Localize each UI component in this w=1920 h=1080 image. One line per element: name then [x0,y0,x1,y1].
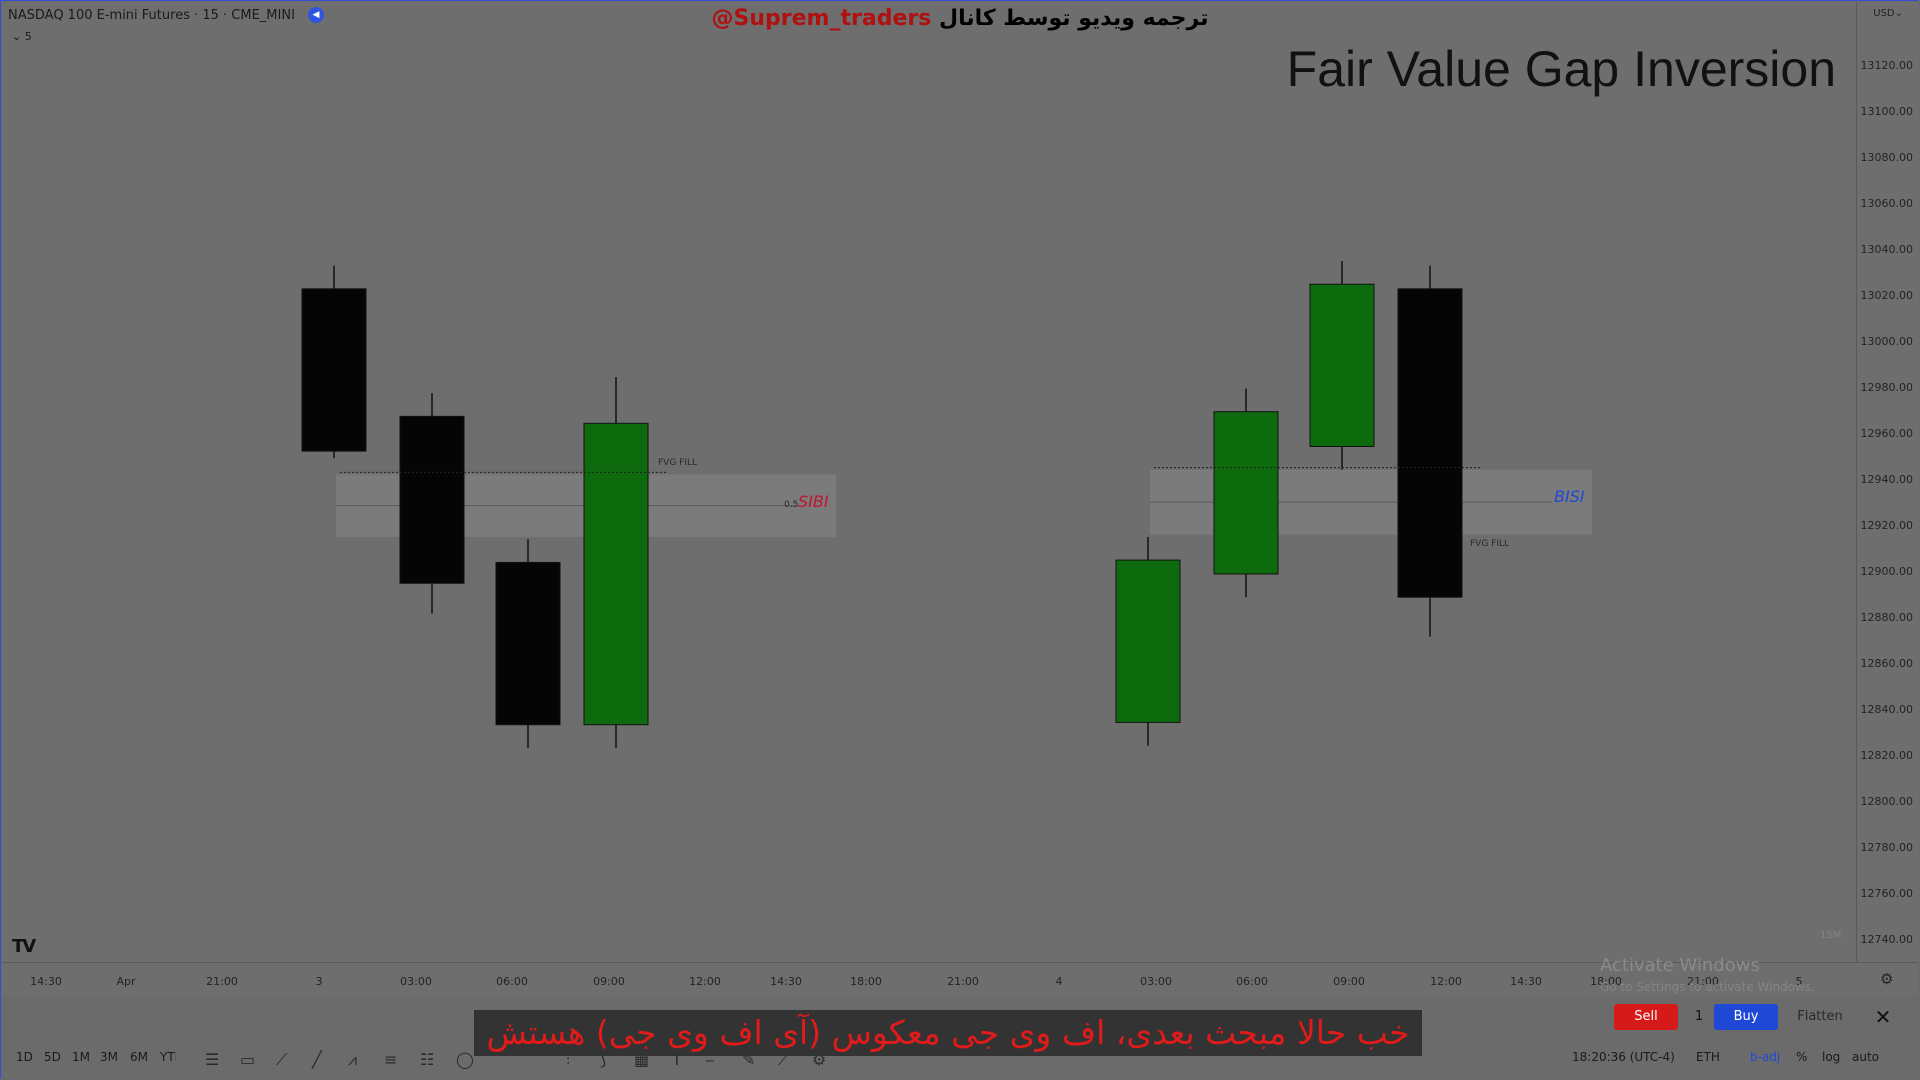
price-tick: 13020.00 [1860,289,1914,302]
price-tick: 12780.00 [1860,841,1914,854]
order-quantity[interactable]: 1 [1686,1004,1712,1030]
sell-button[interactable]: Sell [1614,1004,1678,1030]
timeframe-1d[interactable]: 1D [16,1050,33,1064]
time-tick: 14:30 [770,975,802,988]
symbol-title[interactable]: NASDAQ 100 E-mini Futures · 15 · CME_MIN… [8,8,295,23]
time-tick: 03:00 [1140,975,1172,988]
session-toggle[interactable]: ETH [1696,1050,1720,1064]
video-subtitle: خب حالا مبحث بعدی، اف وی جی معکوس (آی اف… [474,1010,1422,1056]
time-tick: 18:00 [850,975,882,988]
time-tick: 12:00 [1430,975,1462,988]
adjust-toggle[interactable]: b-adj [1750,1050,1780,1064]
price-tick: 12940.00 [1860,473,1914,486]
candle-body [495,561,561,726]
price-tick: 12880.00 [1860,611,1914,624]
price-tick: 12920.00 [1860,519,1914,532]
time-tick: 21:00 [947,975,979,988]
credit-text: ترجمه ویدیو توسط کانال [938,6,1209,31]
fvg-fill-label: FVG FILL [1470,539,1509,549]
timeframe-5d[interactable]: 5D [44,1050,61,1064]
percent-toggle[interactable]: % [1796,1050,1807,1064]
time-tick: 03:00 [400,975,432,988]
chart-pane[interactable]: SIBI BISI FVG FILL FVG FILL 0.5 [2,2,1856,962]
currency-selector[interactable]: USD⌄ [1873,8,1903,19]
trend-line-icon[interactable]: ╱ [312,1050,322,1069]
collapse-indicators-button[interactable]: ⌄ 5 [12,30,32,43]
bisi-label: BISI [1554,487,1585,506]
price-tick: 13100.00 [1860,105,1914,118]
auto-toggle[interactable]: auto [1852,1050,1879,1064]
price-tick: 13080.00 [1860,151,1914,164]
activate-windows-hint: Go to Settings to activate Windows. [1600,980,1815,994]
activate-windows-watermark: Activate Windows [1600,955,1760,976]
tradingview-logo-icon[interactable]: TV [12,936,36,957]
price-tick: 13000.00 [1860,335,1914,348]
price-tick: 12900.00 [1860,565,1914,578]
time-tick: 06:00 [1236,975,1268,988]
flatten-button[interactable]: Flatten [1790,1004,1850,1030]
live-indicator-icon[interactable]: ◀ [308,7,324,23]
candle-body [301,288,367,452]
polyline-icon[interactable]: ⩘ [348,1050,357,1070]
time-tick: 12:00 [689,975,721,988]
price-tick: 12820.00 [1860,749,1914,762]
price-tick: 13060.00 [1860,197,1914,210]
time-tick: 14:30 [1510,975,1542,988]
time-tick: 3 [315,975,323,988]
candlestick-chart[interactable]: SIBI BISI FVG FILL FVG FILL 0.5 [2,2,1856,962]
mid-mark-label: 0.5 [784,500,798,510]
time-tick: 09:00 [593,975,625,988]
buy-button[interactable]: Buy [1714,1004,1778,1030]
chart-settings-gear-icon[interactable]: ⚙ [1880,970,1893,988]
timeframe-3m[interactable]: 3M [100,1050,118,1064]
price-scale[interactable]: USD⌄ 13120.00 13100.00 13080.00 13060.00… [1856,2,1919,962]
timeframe-1m[interactable]: 1M [72,1050,90,1064]
credit-handle: @Suprem_traders [711,6,932,31]
circle-tool-icon[interactable]: ◯ [456,1050,474,1069]
menu-lines-icon[interactable]: ☰ [205,1050,219,1069]
candle-body [583,422,649,726]
path-tool-icon[interactable]: ⟋ [276,1050,287,1070]
log-toggle[interactable]: log [1822,1050,1840,1064]
rectangle-tool-icon[interactable]: ▭ [240,1050,255,1069]
time-tick: 4 [1055,975,1063,988]
fvg-fill-label: FVG FILL [658,458,697,468]
interval-watermark: 15M [1820,930,1842,941]
fib-tool-icon[interactable]: ☷ [420,1050,434,1069]
sibi-label: SIBI [798,492,829,511]
candle-body [1115,559,1181,723]
close-icon[interactable]: ✕ [1870,1004,1896,1030]
candle-body [1213,411,1279,575]
timeframe-6m[interactable]: 6M [130,1050,148,1064]
price-tick: 12980.00 [1860,381,1914,394]
timeframe-ytd[interactable]: YTD [160,1050,176,1064]
time-tick: 21:00 [206,975,238,988]
video-title: Fair Value Gap Inversion [1286,41,1836,97]
candle-body [399,415,465,584]
price-tick: 12840.00 [1860,703,1914,716]
clock[interactable]: 18:20:36 (UTC-4) [1572,1050,1675,1064]
candle-body [1397,288,1463,598]
candle-body [1309,283,1375,447]
price-tick: 12960.00 [1860,427,1914,440]
price-tick: 12860.00 [1860,657,1914,670]
time-tick: 14:30 [30,975,62,988]
channel-tool-icon[interactable]: ≡ [384,1050,397,1069]
translation-credit: @Suprem_traders ترجمه ویدیو توسط کانال [600,6,1320,31]
price-tick: 12800.00 [1860,795,1914,808]
time-tick: Apr [116,975,136,988]
price-tick: 12740.00 [1860,933,1914,946]
time-tick: 09:00 [1333,975,1365,988]
time-tick: 06:00 [496,975,528,988]
price-tick: 12760.00 [1860,887,1914,900]
price-tick: 13040.00 [1860,243,1914,256]
price-tick: 13120.00 [1860,59,1914,72]
